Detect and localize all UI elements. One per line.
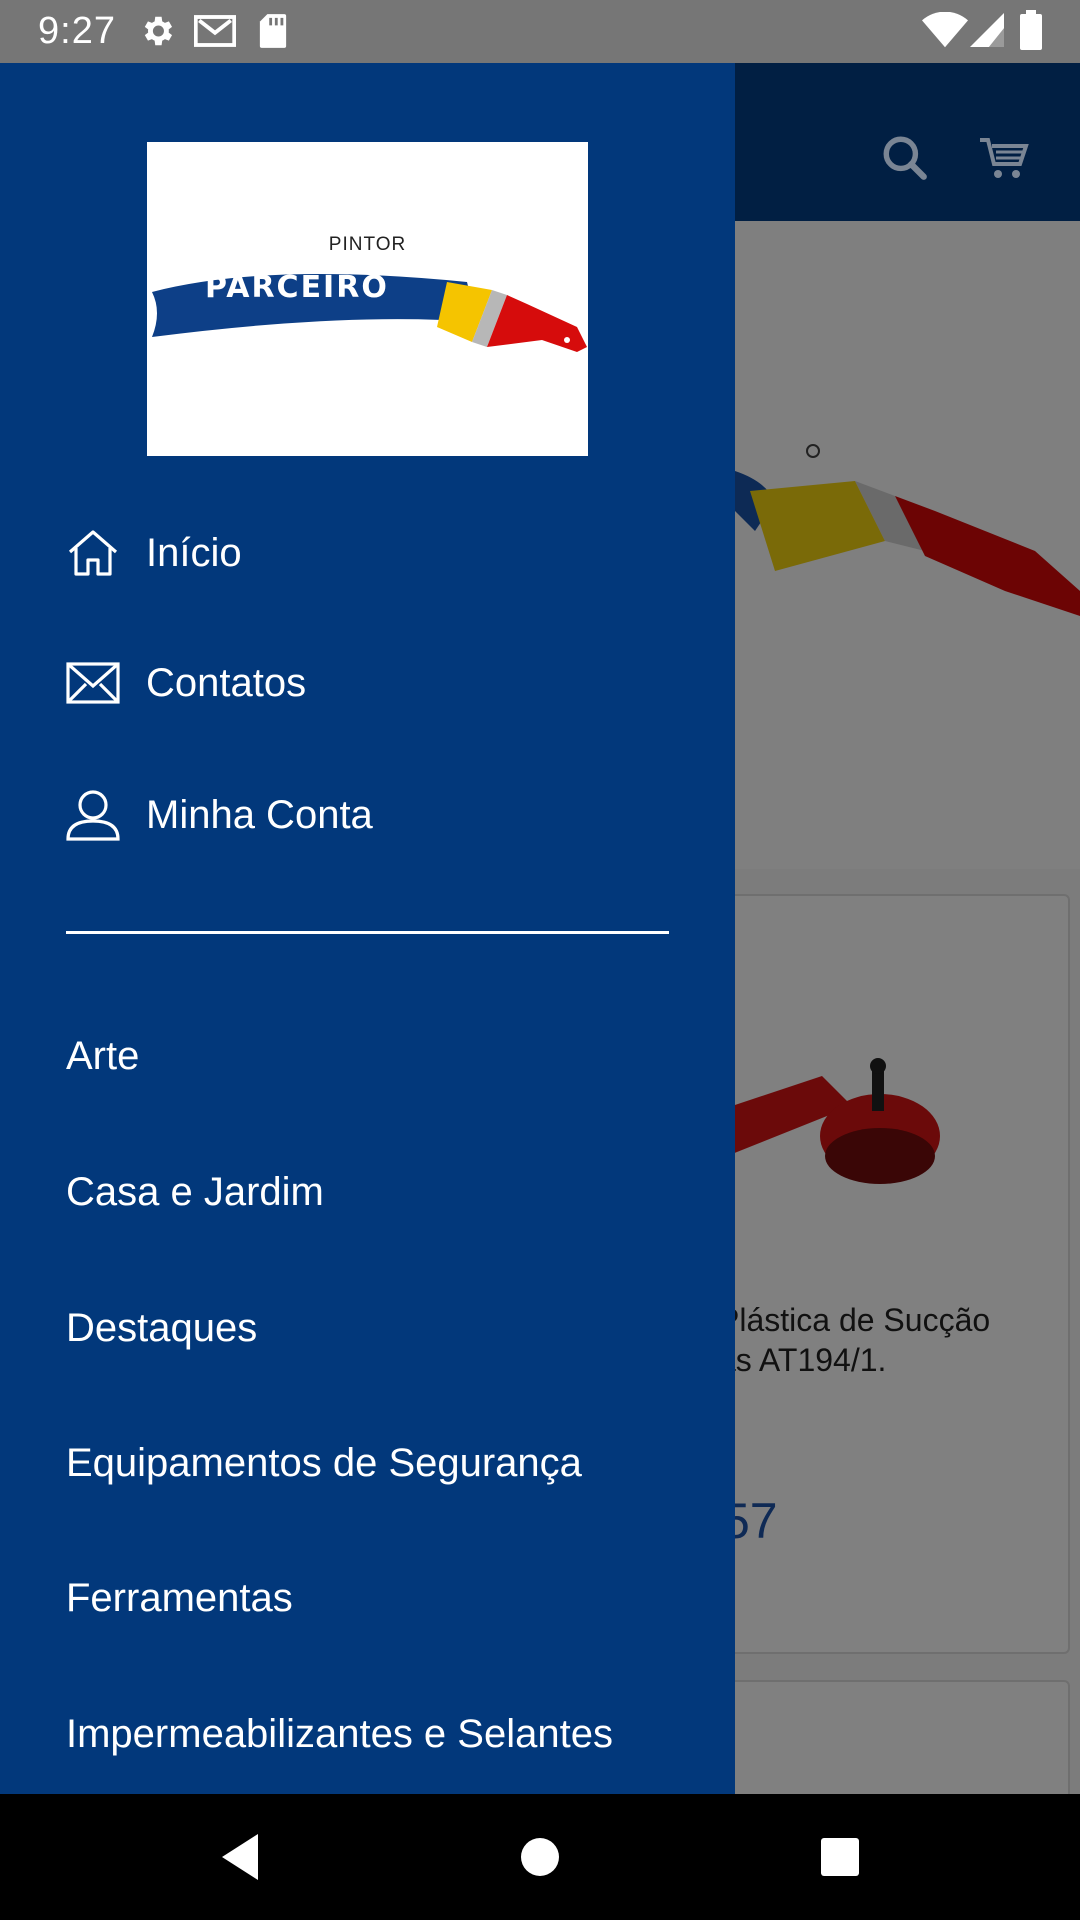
- signal-icon: [970, 12, 1004, 53]
- user-icon: [66, 788, 120, 842]
- product-title: Plástica de Sucção as AT194/1.: [718, 1302, 991, 1378]
- sd-card-icon: [258, 12, 288, 55]
- category-label: Impermeabilizantes e Selantes: [66, 1711, 613, 1756]
- category-label: Equipamentos de Segurança: [66, 1440, 582, 1485]
- back-icon[interactable]: [200, 1794, 280, 1920]
- category-destaques[interactable]: Destaques: [66, 1293, 706, 1363]
- gmail-icon: [193, 12, 237, 55]
- category-casa-e-jardim[interactable]: Casa e Jardim: [66, 1157, 706, 1227]
- category-arte[interactable]: Arte: [66, 1021, 706, 1091]
- drawer-divider: [66, 931, 669, 934]
- nav-item-minha-conta[interactable]: Minha Conta: [66, 780, 666, 850]
- nav-item-contatos[interactable]: Contatos: [66, 648, 666, 718]
- wifi-icon: [922, 11, 968, 53]
- cart-icon[interactable]: [978, 133, 1030, 188]
- category-label: Ferramentas: [66, 1575, 293, 1620]
- home-circle-icon[interactable]: [500, 1794, 580, 1920]
- nav-item-inicio[interactable]: Início: [66, 518, 666, 588]
- category-label: Casa e Jardim: [66, 1169, 324, 1214]
- category-ferramentas[interactable]: Ferramentas: [66, 1563, 706, 1633]
- logo-main-text: PARCEIRO: [205, 270, 389, 305]
- category-label: Arte: [66, 1033, 140, 1078]
- recents-icon[interactable]: [800, 1794, 880, 1920]
- nav-item-label: Início: [146, 530, 242, 575]
- category-label: Destaques: [66, 1305, 258, 1350]
- settings-icon: [138, 12, 176, 55]
- category-equipamentos-de-seguranca[interactable]: Equipamentos de Segurança: [66, 1428, 706, 1498]
- system-nav-bar: [0, 1794, 1080, 1920]
- nav-item-label: Contatos: [146, 660, 307, 705]
- mail-icon: [66, 656, 120, 710]
- status-time: 9:27: [38, 10, 116, 52]
- battery-icon: [1020, 10, 1042, 55]
- nav-item-label: Minha Conta: [146, 792, 373, 837]
- category-impermeabilizantes-e-selantes[interactable]: Impermeabilizantes e Selantes: [66, 1699, 706, 1769]
- navigation-drawer: PINTOR PARCEIRO Início Contatos Minha Co…: [0, 63, 735, 1794]
- home-icon: [66, 526, 120, 580]
- brand-logo: PINTOR PARCEIRO: [147, 142, 588, 456]
- status-bar: 9:27: [0, 0, 1080, 63]
- search-icon[interactable]: [880, 133, 930, 188]
